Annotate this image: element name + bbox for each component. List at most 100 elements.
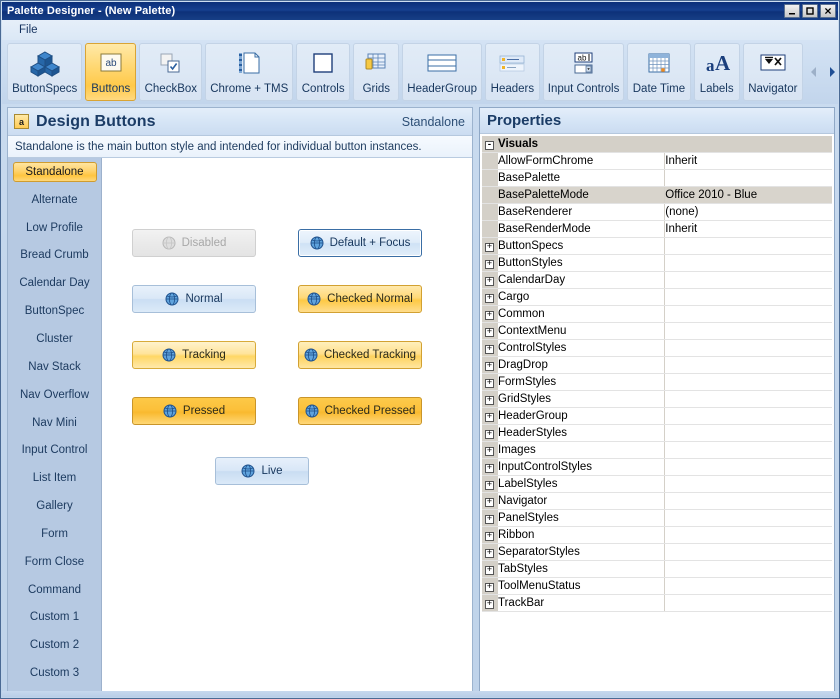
maximize-button[interactable] xyxy=(802,4,818,18)
preview-button-normal[interactable]: Normal xyxy=(132,285,256,313)
style-item-nav-overflow[interactable]: Nav Overflow xyxy=(13,385,97,405)
toolbar-item-navigator[interactable]: Navigator xyxy=(742,43,803,101)
expand-icon[interactable]: + xyxy=(485,294,494,303)
toolbar-item-grids[interactable]: Grids xyxy=(353,43,400,101)
style-item-calendar-day[interactable]: Calendar Day xyxy=(13,273,97,293)
table-row[interactable]: AllowFormChrome Inherit xyxy=(482,152,832,170)
table-row[interactable]: + HeaderStyles xyxy=(482,424,832,442)
table-row[interactable]: + DragDrop xyxy=(482,356,832,374)
scroll-left-arrow[interactable] xyxy=(808,65,820,79)
style-item-custom-2[interactable]: Custom 2 xyxy=(13,635,97,655)
property-value[interactable] xyxy=(664,390,832,408)
property-value[interactable] xyxy=(664,594,832,612)
expand-icon[interactable]: + xyxy=(485,566,494,575)
row-expander-cell[interactable]: + xyxy=(482,373,498,391)
property-value[interactable]: (none) xyxy=(664,203,832,221)
property-value[interactable] xyxy=(664,424,832,442)
preview-button-checked-normal[interactable]: Checked Normal xyxy=(298,285,422,313)
table-row[interactable]: + TabStyles xyxy=(482,560,832,578)
preview-button-checked-pressed[interactable]: Checked Pressed xyxy=(298,397,422,425)
table-row[interactable]: + Ribbon xyxy=(482,526,832,544)
style-item-alternate[interactable]: Alternate xyxy=(13,190,97,210)
toolbar-item-checkbox[interactable]: CheckBox xyxy=(139,43,203,101)
close-button[interactable] xyxy=(820,4,836,18)
expand-icon[interactable]: + xyxy=(485,396,494,405)
style-item-list-item[interactable]: List Item xyxy=(13,468,97,488)
expand-icon[interactable]: + xyxy=(485,515,494,524)
property-value[interactable] xyxy=(664,356,832,374)
toolbar-item-date-time[interactable]: Date Time xyxy=(627,43,691,101)
table-row[interactable]: + Common xyxy=(482,305,832,323)
expand-icon[interactable]: + xyxy=(485,481,494,490)
expand-icon[interactable]: + xyxy=(485,447,494,456)
row-expander-cell[interactable]: + xyxy=(482,543,498,561)
style-item-buttonspec[interactable]: ButtonSpec xyxy=(13,301,97,321)
row-expander-cell[interactable]: + xyxy=(482,526,498,544)
row-expander-cell[interactable]: + xyxy=(482,254,498,272)
row-expander-cell[interactable]: + xyxy=(482,356,498,374)
expand-icon[interactable]: + xyxy=(485,583,494,592)
expand-icon[interactable]: + xyxy=(485,328,494,337)
expand-icon[interactable]: + xyxy=(485,413,494,422)
toolbar-item-input-controls[interactable]: ab Input Controls xyxy=(542,43,625,101)
row-expander-cell[interactable]: + xyxy=(482,407,498,425)
toolbar-item-headergroup[interactable]: HeaderGroup xyxy=(402,43,482,101)
table-row[interactable]: + LabelStyles xyxy=(482,475,832,493)
property-value[interactable] xyxy=(664,543,832,561)
property-value[interactable] xyxy=(664,237,832,255)
table-row[interactable]: + ToolMenuStatus xyxy=(482,577,832,595)
table-row[interactable]: + TrackBar xyxy=(482,594,832,612)
table-row[interactable]: + HeaderGroup xyxy=(482,407,832,425)
property-value[interactable] xyxy=(664,169,832,187)
table-row[interactable]: + SeparatorStyles xyxy=(482,543,832,561)
toolbar-item-chrome-tms[interactable]: Chrome + TMS xyxy=(205,43,293,101)
expand-icon[interactable]: + xyxy=(485,260,494,269)
table-row[interactable]: - Visuals xyxy=(482,136,832,153)
style-item-form[interactable]: Form xyxy=(13,524,97,544)
property-value[interactable] xyxy=(664,458,832,476)
table-row[interactable]: BaseRenderMode Inherit xyxy=(482,220,832,238)
style-item-command[interactable]: Command xyxy=(13,580,97,600)
style-item-nav-stack[interactable]: Nav Stack xyxy=(13,357,97,377)
expand-icon[interactable]: + xyxy=(485,600,494,609)
row-expander-cell[interactable]: + xyxy=(482,492,498,510)
row-expander-cell[interactable]: + xyxy=(482,509,498,527)
table-row[interactable]: + ButtonSpecs xyxy=(482,237,832,255)
row-expander-cell[interactable]: + xyxy=(482,424,498,442)
expand-icon[interactable]: + xyxy=(485,311,494,320)
preview-button-pressed[interactable]: Pressed xyxy=(132,397,256,425)
style-item-form-close[interactable]: Form Close xyxy=(13,552,97,572)
row-expander-cell[interactable]: + xyxy=(482,390,498,408)
style-item-custom-3[interactable]: Custom 3 xyxy=(13,663,97,683)
property-value[interactable] xyxy=(664,560,832,578)
property-value[interactable] xyxy=(664,254,832,272)
style-item-low-profile[interactable]: Low Profile xyxy=(13,218,97,238)
table-row[interactable]: + Cargo xyxy=(482,288,832,306)
row-expander-cell[interactable]: + xyxy=(482,577,498,595)
table-row[interactable]: + InputControlStyles xyxy=(482,458,832,476)
preview-button-tracking[interactable]: Tracking xyxy=(132,341,256,369)
style-item-standalone[interactable]: Standalone xyxy=(12,162,97,182)
row-expander-cell[interactable]: + xyxy=(482,322,498,340)
property-value[interactable]: Inherit xyxy=(664,152,832,170)
table-row[interactable]: + Navigator xyxy=(482,492,832,510)
property-value[interactable] xyxy=(664,305,832,323)
menu-item-file[interactable]: File xyxy=(10,22,47,38)
property-value[interactable] xyxy=(664,339,832,357)
expand-icon[interactable]: + xyxy=(485,464,494,473)
expand-icon[interactable]: + xyxy=(485,549,494,558)
row-expander-cell[interactable]: + xyxy=(482,560,498,578)
property-value[interactable] xyxy=(664,509,832,527)
row-expander-cell[interactable]: + xyxy=(482,305,498,323)
toolbar-item-headers[interactable]: Headers xyxy=(484,43,540,101)
expand-icon[interactable]: + xyxy=(485,430,494,439)
toolbar-item-buttonspecs[interactable]: ButtonSpecs xyxy=(7,43,83,101)
style-item-nav-mini[interactable]: Nav Mini xyxy=(13,413,97,433)
table-row[interactable]: + Images xyxy=(482,441,832,459)
row-expander-cell[interactable]: + xyxy=(482,339,498,357)
row-expander-cell[interactable]: + xyxy=(482,237,498,255)
expand-icon[interactable]: + xyxy=(485,277,494,286)
toolbar-item-labels[interactable]: a A Labels xyxy=(693,43,740,101)
preview-button-default-focus[interactable]: Default + Focus xyxy=(298,229,422,257)
row-expander-cell[interactable]: + xyxy=(482,288,498,306)
